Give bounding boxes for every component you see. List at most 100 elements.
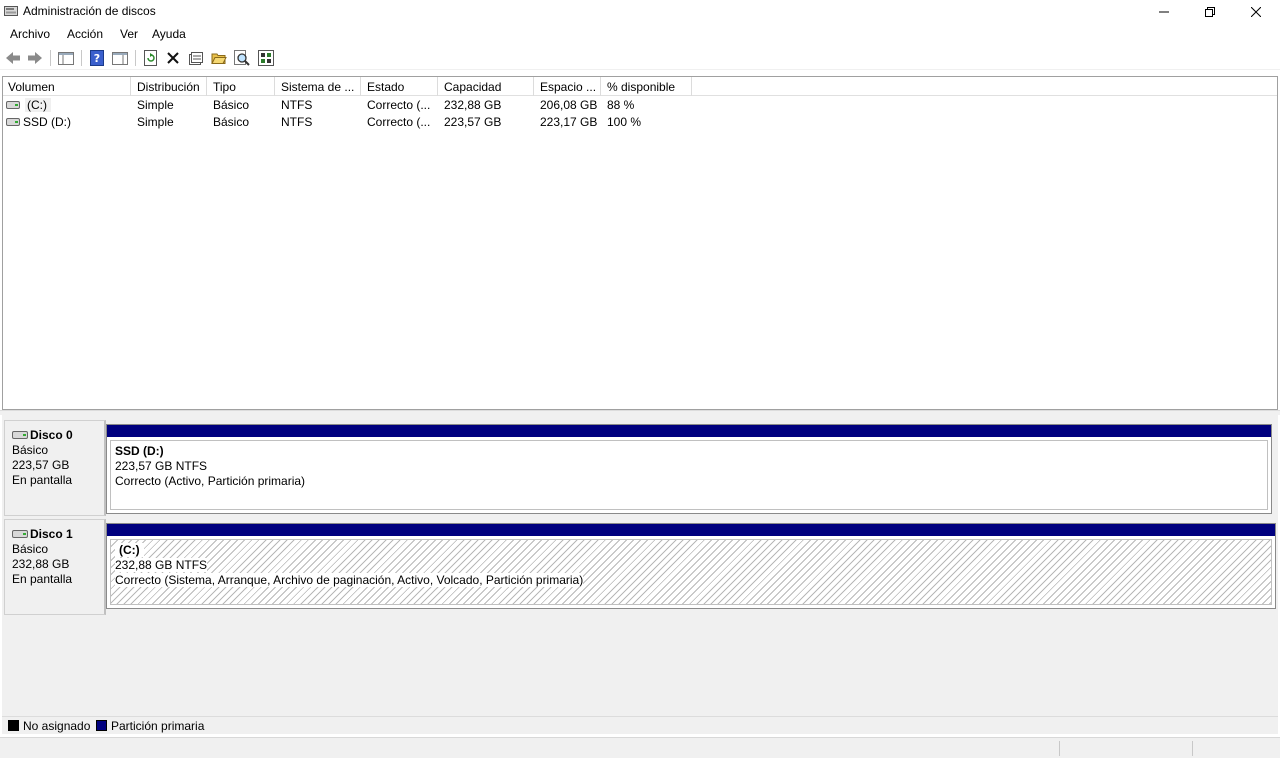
- menu-accion[interactable]: Acción: [67, 27, 103, 41]
- volume-type: Básico: [213, 115, 250, 129]
- volume-list[interactable]: Volumen Distribución Tipo Sistema de ...…: [2, 76, 1278, 410]
- partition-state: Correcto (Activo, Partición primaria): [115, 474, 306, 488]
- properties-pane-icon: [112, 52, 128, 65]
- toolbar-separator: [135, 50, 136, 66]
- forward-button[interactable]: [26, 49, 44, 67]
- open-folder-icon: [211, 53, 227, 64]
- disk-status: En pantalla: [12, 572, 73, 586]
- show-hide-tree-icon: [58, 52, 74, 65]
- refresh-button[interactable]: [142, 49, 160, 67]
- column-header-espacio[interactable]: Espacio ...: [535, 77, 601, 96]
- forward-arrow-icon: [28, 52, 42, 64]
- menu-ayuda[interactable]: Ayuda: [152, 27, 186, 41]
- partition-c[interactable]: (C:) 232,88 GB NTFS Correcto (Sistema, A…: [106, 523, 1276, 609]
- column-header-disponible[interactable]: % disponible: [602, 77, 692, 96]
- disk-name: Disco 1: [30, 527, 73, 541]
- volume-free-space: 223,17 GB: [540, 115, 598, 129]
- volume-name: SSD (D:): [23, 115, 71, 129]
- volume-layout: Simple: [137, 115, 174, 129]
- volume-free-space: 206,08 GB: [540, 98, 598, 112]
- volume-filesystem: NTFS: [281, 98, 313, 112]
- legend-label-unallocated: No asignado: [23, 719, 91, 733]
- refresh-icon: [144, 50, 157, 66]
- volume-status: Correcto (...: [367, 115, 431, 129]
- title-bar: Administración de discos: [0, 0, 1280, 24]
- disk-0-label[interactable]: Disco 0 Básico 223,57 GB En pantalla: [4, 420, 106, 516]
- menu-ver[interactable]: Ver: [120, 27, 138, 41]
- svg-text:?: ?: [94, 52, 100, 65]
- partition-size-fs: 232,88 GB NTFS: [115, 558, 208, 572]
- disk-size: 223,57 GB: [12, 458, 70, 472]
- restore-button[interactable]: [1187, 0, 1233, 24]
- table-row[interactable]: (C:) Simple Básico NTFS Correcto (... 23…: [3, 97, 1277, 114]
- export-list-button[interactable]: [257, 49, 275, 67]
- disk-graphical-view: Disco 0 Básico 223,57 GB En pantalla SSD…: [2, 414, 1278, 718]
- legend-swatch-primary: [96, 720, 107, 731]
- minimize-button[interactable]: [1141, 0, 1187, 24]
- help-button[interactable]: ?: [88, 49, 106, 67]
- properties-icon: [189, 52, 203, 65]
- partition-ssd-d[interactable]: SSD (D:) 223,57 GB NTFS Correcto (Activo…: [106, 424, 1272, 514]
- volume-free-percent: 100 %: [607, 115, 642, 129]
- volume-list-header: Volumen Distribución Tipo Sistema de ...…: [3, 77, 1277, 96]
- disk-type: Básico: [12, 443, 49, 457]
- toolbar-separator: [50, 50, 51, 66]
- drive-icon: [6, 118, 20, 126]
- delete-icon: [167, 52, 179, 64]
- status-separator: [1059, 741, 1060, 756]
- column-header-sistema[interactable]: Sistema de ...: [276, 77, 361, 96]
- menu-archivo[interactable]: Archivo: [10, 27, 50, 41]
- back-arrow-icon: [6, 52, 20, 64]
- partition-name: (C:): [115, 543, 144, 557]
- volume-name: (C:): [25, 98, 51, 112]
- volume-capacity: 223,57 GB: [444, 115, 502, 129]
- column-header-capacidad[interactable]: Capacidad: [439, 77, 534, 96]
- minimize-icon: [1159, 11, 1169, 13]
- back-button[interactable]: [4, 49, 22, 67]
- legend-label-primary: Partición primaria: [111, 719, 205, 733]
- disk-1-label[interactable]: Disco 1 Básico 232,88 GB En pantalla: [4, 519, 106, 615]
- volume-type: Básico: [213, 98, 250, 112]
- drive-icon: [6, 101, 20, 109]
- status-separator: [1192, 741, 1193, 756]
- partition-primary-bar: [107, 524, 1275, 536]
- column-header-estado[interactable]: Estado: [362, 77, 438, 96]
- disk-icon: [12, 530, 28, 538]
- volume-status: Correcto (...: [367, 98, 431, 112]
- disk-type: Básico: [12, 542, 49, 556]
- legend: No asignado Partición primaria: [2, 716, 1278, 734]
- disk-management-app-icon: [4, 6, 18, 16]
- properties-button[interactable]: [187, 49, 205, 67]
- disk-name: Disco 0: [30, 428, 73, 442]
- close-icon: [1251, 7, 1261, 17]
- column-header-volumen[interactable]: Volumen: [3, 77, 131, 96]
- partition-body-selected: (C:) 232,88 GB NTFS Correcto (Sistema, A…: [110, 539, 1272, 605]
- open-button[interactable]: [210, 49, 228, 67]
- disk-size: 232,88 GB: [12, 557, 70, 571]
- menu-bar: Archivo Acción Ver Ayuda: [0, 24, 1280, 44]
- partition-state: Correcto (Sistema, Arranque, Archivo de …: [115, 573, 584, 587]
- column-header-tipo[interactable]: Tipo: [208, 77, 275, 96]
- table-row[interactable]: SSD (D:) Simple Básico NTFS Correcto (..…: [3, 114, 1277, 131]
- column-header-distribucion[interactable]: Distribución: [132, 77, 207, 96]
- delete-button[interactable]: [164, 49, 182, 67]
- partition-size-fs: 223,57 GB NTFS: [115, 459, 208, 473]
- window-title: Administración de discos: [23, 4, 156, 18]
- volume-capacity: 232,88 GB: [444, 98, 502, 112]
- search-icon: [234, 50, 250, 66]
- toolbar: ?: [0, 46, 1280, 70]
- restore-icon: [1205, 7, 1215, 17]
- disk-status: En pantalla: [12, 473, 73, 487]
- show-hide-tree-button[interactable]: [57, 49, 75, 67]
- partition-primary-bar: [107, 425, 1271, 437]
- search-button[interactable]: [233, 49, 251, 67]
- close-button[interactable]: [1233, 0, 1279, 24]
- properties-pane-button[interactable]: [111, 49, 129, 67]
- partition-name: SSD (D:): [115, 444, 164, 458]
- export-list-icon: [258, 50, 274, 66]
- status-bar: [0, 737, 1280, 758]
- toolbar-separator: [81, 50, 82, 66]
- partition-body: SSD (D:) 223,57 GB NTFS Correcto (Activo…: [110, 440, 1268, 510]
- legend-swatch-unallocated: [8, 720, 19, 731]
- volume-layout: Simple: [137, 98, 174, 112]
